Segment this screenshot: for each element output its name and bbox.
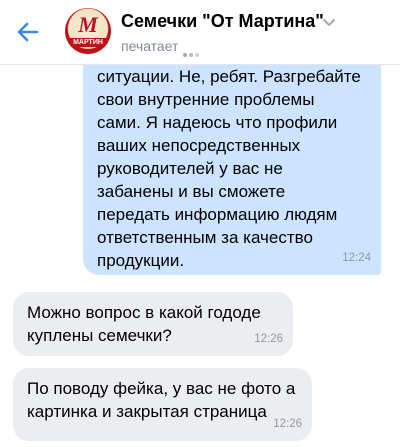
avatar[interactable]: М МАРТИН [65,8,111,54]
chat-title[interactable]: Семечки "От Мартина" [121,11,324,32]
message-bubble-incoming[interactable]: По поводу фейка, у вас не фото а картинк… [13,368,312,441]
back-button[interactable] [14,18,42,46]
message-text: ситуации. Не, ребят. Разгребайте свои вн… [97,67,361,270]
message-time: 12:26 [273,418,302,430]
message-bubble-incoming[interactable]: Можно вопрос в какой гододе куплены семе… [13,292,293,356]
message-time: 12:24 [342,252,371,264]
message-text: Можно вопрос в какой гододе куплены семе… [27,303,261,345]
typing-dots-icon [183,44,201,58]
arrow-left-icon [17,22,39,42]
avatar-monogram: М [78,12,98,37]
message-text: По поводу фейка, у вас не фото а картинк… [27,379,296,421]
chevron-down-icon[interactable] [322,17,336,27]
message-bubble-outgoing[interactable]: ситуации. Не, ребят. Разгребайте свои вн… [83,35,381,275]
avatar-label: МАРТИН [68,38,108,47]
typing-status-label: печатает [121,38,179,54]
typing-status: печатает [121,38,201,58]
message-time: 12:26 [254,333,283,345]
chat-header: М МАРТИН Семечки "От Мартина" печатает [0,0,400,65]
message-list[interactable]: ситуации. Не, ребят. Разгребайте свои вн… [0,0,400,447]
